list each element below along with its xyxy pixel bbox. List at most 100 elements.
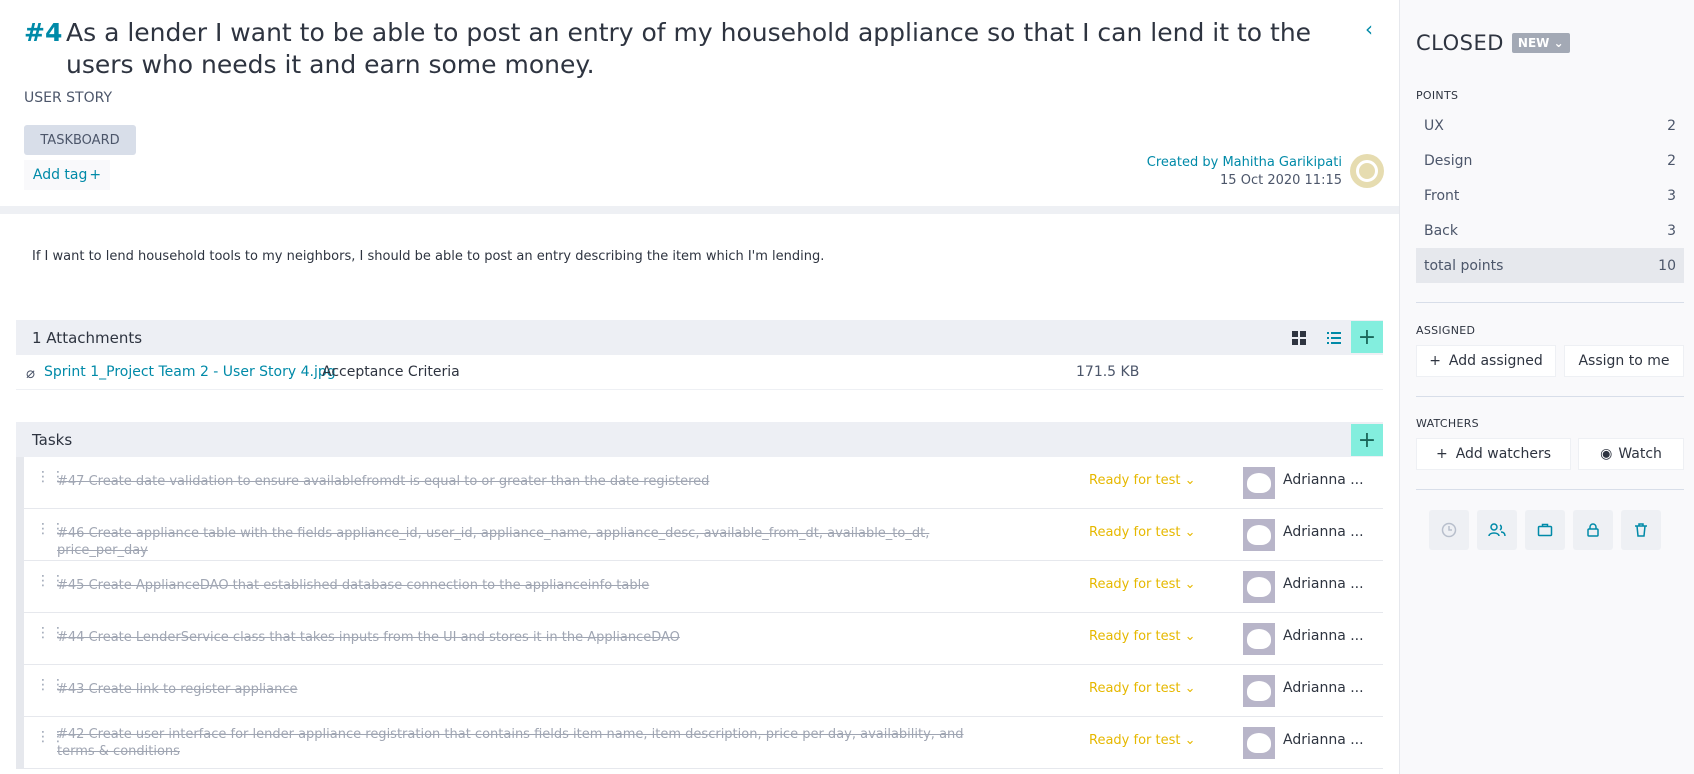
assigned-label: ASSIGNED bbox=[1416, 324, 1476, 337]
attachment-description[interactable]: Acceptance Criteria bbox=[322, 364, 460, 380]
divider bbox=[1416, 396, 1684, 397]
divider bbox=[1416, 302, 1684, 303]
attachments-title[interactable]: 1 Attachments bbox=[32, 329, 142, 347]
chevron-left-icon[interactable]: ‹ bbox=[1365, 17, 1373, 41]
task-row[interactable]: ⋮⋮ #45 Create ApplianceDAO that establis… bbox=[16, 561, 1383, 613]
task-title[interactable]: #44 Create LenderService class that take… bbox=[57, 629, 997, 646]
drag-handle-icon[interactable]: ⋮⋮ bbox=[36, 626, 65, 648]
points-row-back[interactable]: Back 3 bbox=[1416, 213, 1684, 248]
task-title[interactable]: #43 Create link to register appliance bbox=[57, 681, 997, 698]
add-attachment-button[interactable]: + bbox=[1351, 321, 1383, 353]
main-column: #4 As a lender I want to be able to post… bbox=[0, 0, 1399, 774]
story-description[interactable]: If I want to lend household tools to my … bbox=[32, 249, 824, 264]
drag-handle-icon[interactable]: ⋮⋮ bbox=[36, 574, 65, 596]
task-status[interactable]: Ready for test ⌄ bbox=[1089, 525, 1196, 540]
avatar bbox=[1243, 519, 1275, 551]
points-role: Back bbox=[1424, 222, 1458, 239]
task-assignee[interactable]: Adrianna ... bbox=[1283, 732, 1364, 748]
task-status[interactable]: Ready for test ⌄ bbox=[1089, 473, 1196, 488]
points-value: 2 bbox=[1667, 152, 1676, 169]
status-row: CLOSED NEW ⌄ bbox=[1416, 31, 1570, 55]
task-title[interactable]: #45 Create ApplianceDAO that established… bbox=[57, 577, 997, 594]
task-title[interactable]: #46 Create appliance table with the fiel… bbox=[57, 525, 997, 559]
avatar bbox=[1243, 467, 1275, 499]
status-badge[interactable]: NEW ⌄ bbox=[1511, 33, 1570, 53]
points-row-front[interactable]: Front 3 bbox=[1416, 178, 1684, 213]
task-row[interactable]: ⋮⋮ #42 Create user interface for lender … bbox=[16, 717, 1383, 769]
clock-icon[interactable] bbox=[1429, 510, 1469, 550]
attachment-name[interactable]: Sprint 1_Project Team 2 - User Story 4.j… bbox=[44, 364, 336, 380]
chevron-down-icon: ⌄ bbox=[1184, 473, 1196, 488]
task-assignee[interactable]: Adrianna ... bbox=[1283, 524, 1364, 540]
grid-view-icon[interactable] bbox=[1281, 320, 1316, 355]
points-total-value: 10 bbox=[1658, 257, 1676, 274]
points-row-total: total points 10 bbox=[1416, 248, 1684, 283]
task-assignee[interactable]: Adrianna ... bbox=[1283, 628, 1364, 644]
avatar bbox=[1243, 675, 1275, 707]
task-row[interactable]: ⋮⋮ #47 Create date validation to ensure … bbox=[16, 457, 1383, 509]
add-tag-button[interactable]: Add tag + bbox=[24, 160, 110, 190]
team-icon[interactable] bbox=[1477, 510, 1517, 550]
task-status[interactable]: Ready for test ⌄ bbox=[1089, 629, 1196, 644]
drag-handle-icon[interactable]: ⋮⋮ bbox=[36, 470, 65, 492]
trash-icon[interactable] bbox=[1621, 510, 1661, 550]
list-view-icon[interactable] bbox=[1316, 320, 1351, 355]
points-value: 2 bbox=[1667, 117, 1676, 134]
taskboard-button[interactable]: TASKBOARD bbox=[24, 125, 136, 155]
points-value: 3 bbox=[1667, 222, 1676, 239]
task-assignee[interactable]: Adrianna ... bbox=[1283, 680, 1364, 696]
task-assignee[interactable]: Adrianna ... bbox=[1283, 472, 1364, 488]
created-by[interactable]: Created by Mahitha Garikipati bbox=[1147, 154, 1342, 172]
action-buttons bbox=[1429, 510, 1669, 550]
task-assignee[interactable]: Adrianna ... bbox=[1283, 576, 1364, 592]
drag-handle-icon[interactable]: ⋮⋮ bbox=[36, 730, 65, 752]
points-list: UX 2 Design 2 Front 3 Back 3 total point… bbox=[1416, 108, 1684, 283]
created-info: Created by Mahitha Garikipati 15 Oct 202… bbox=[1147, 154, 1342, 190]
task-row[interactable]: ⋮⋮ #46 Create appliance table with the f… bbox=[16, 509, 1383, 561]
paperclip-icon: ⌀ bbox=[26, 364, 36, 382]
points-row-ux[interactable]: UX 2 bbox=[1416, 108, 1684, 143]
lock-icon[interactable] bbox=[1573, 510, 1613, 550]
drag-handle-icon[interactable]: ⋮⋮ bbox=[36, 522, 65, 544]
add-watchers-button[interactable]: + Add watchers bbox=[1416, 438, 1571, 470]
task-status[interactable]: Ready for test ⌄ bbox=[1089, 577, 1196, 592]
avatar bbox=[1243, 727, 1275, 759]
task-status[interactable]: Ready for test ⌄ bbox=[1089, 733, 1196, 748]
divider bbox=[0, 206, 1399, 214]
assign-to-me-button[interactable]: Assign to me bbox=[1564, 345, 1684, 377]
plus-icon: + bbox=[1429, 353, 1441, 369]
task-title[interactable]: #42 Create user interface for lender app… bbox=[57, 726, 997, 760]
task-status[interactable]: Ready for test ⌄ bbox=[1089, 681, 1196, 696]
task-row[interactable]: ⋮⋮ #43 Create link to register appliance… bbox=[16, 665, 1383, 717]
task-title[interactable]: #47 Create date validation to ensure ava… bbox=[57, 473, 997, 490]
eye-icon: ◉ bbox=[1600, 446, 1613, 462]
chevron-down-icon: ⌄ bbox=[1184, 629, 1196, 644]
points-value: 3 bbox=[1667, 187, 1676, 204]
task-row[interactable]: ⋮⋮ #44 Create LenderService class that t… bbox=[16, 613, 1383, 665]
divider bbox=[1416, 489, 1684, 490]
watch-button[interactable]: ◉ Watch bbox=[1578, 438, 1684, 470]
plus-icon: + bbox=[1435, 446, 1448, 462]
points-role: Design bbox=[1424, 152, 1473, 169]
chevron-down-icon: ⌄ bbox=[1184, 577, 1196, 592]
chevron-down-icon: ⌄ bbox=[1553, 36, 1564, 50]
add-task-button[interactable]: + bbox=[1351, 424, 1383, 456]
points-label: POINTS bbox=[1416, 89, 1459, 102]
attachment-row[interactable]: ⌀ Sprint 1_Project Team 2 - User Story 4… bbox=[16, 356, 1383, 390]
avatar[interactable] bbox=[1350, 154, 1384, 188]
attachments-header: 1 Attachments + bbox=[16, 320, 1383, 355]
story-subject[interactable]: As a lender I want to be able to post an… bbox=[66, 17, 1316, 81]
briefcase-icon[interactable] bbox=[1525, 510, 1565, 550]
points-role: UX bbox=[1424, 117, 1444, 134]
watchers-label: WATCHERS bbox=[1416, 417, 1479, 430]
add-tag-label: Add tag bbox=[32, 167, 88, 183]
story-ref: #4 bbox=[24, 18, 63, 47]
add-assigned-button[interactable]: + Add assigned bbox=[1416, 345, 1556, 377]
plus-icon: + bbox=[89, 167, 102, 183]
drag-handle-icon[interactable]: ⋮⋮ bbox=[36, 678, 65, 700]
chevron-down-icon: ⌄ bbox=[1184, 525, 1196, 540]
status-closed: CLOSED bbox=[1416, 31, 1504, 55]
avatar bbox=[1243, 623, 1275, 655]
points-row-design[interactable]: Design 2 bbox=[1416, 143, 1684, 178]
sidebar: CLOSED NEW ⌄ POINTS UX 2 Design 2 Front … bbox=[1399, 0, 1694, 774]
